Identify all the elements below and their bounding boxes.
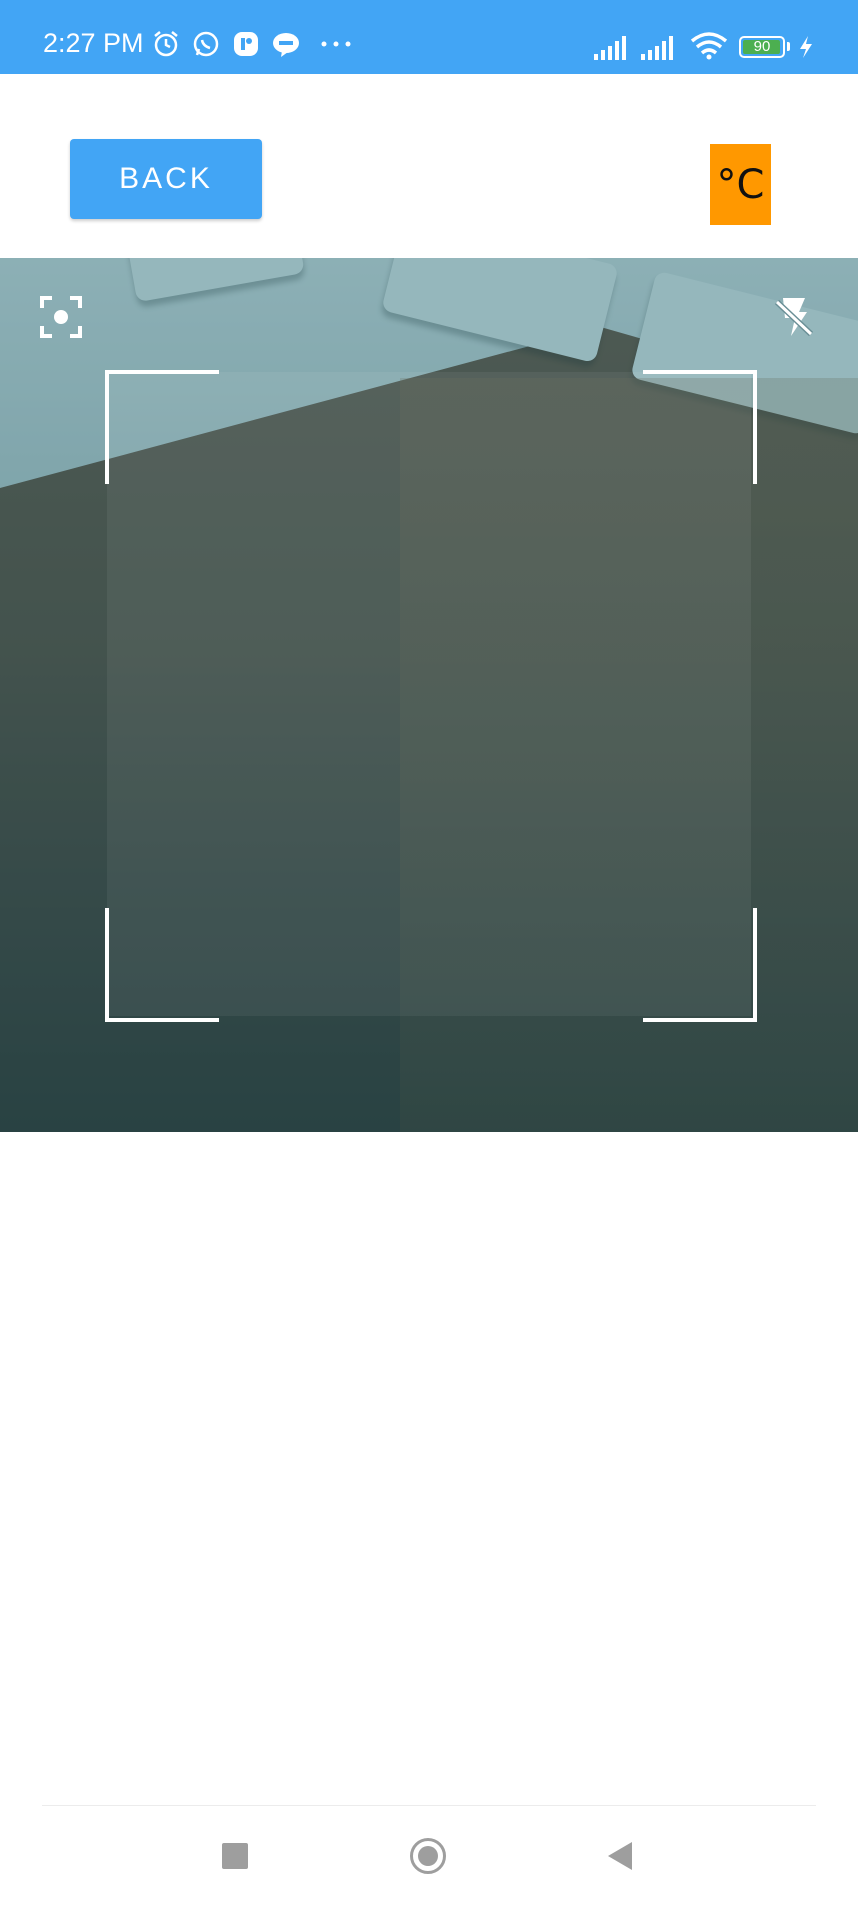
status-bar: 2:27 PM 90 (0, 0, 858, 74)
battery-level-text: 90 (753, 38, 771, 55)
home-icon[interactable] (410, 1838, 446, 1874)
status-time: 2:27 PM (43, 28, 144, 58)
temperature-unit-button[interactable]: °C (710, 144, 771, 225)
camera-preview (0, 258, 858, 1132)
charging-icon (798, 36, 814, 58)
whatsapp-icon (192, 30, 220, 58)
scan-frame-corner-top-right (643, 370, 757, 484)
flash-off-icon[interactable] (771, 294, 817, 340)
scan-frame-corner-top-left (105, 370, 219, 484)
signal-icon (594, 34, 632, 60)
home-icon-inner (418, 1846, 438, 1866)
scan-frame-corner-bottom-left (105, 908, 219, 1022)
scan-frame-corner-bottom-right (643, 908, 757, 1022)
battery-icon: 90 (739, 36, 785, 58)
more-dots-icon (320, 40, 352, 48)
line-icon (272, 30, 300, 58)
app-icon (232, 30, 260, 58)
alarm-icon (152, 30, 180, 58)
recent-apps-icon[interactable] (222, 1843, 248, 1869)
wifi-icon (690, 32, 728, 60)
focus-icon[interactable] (40, 296, 82, 338)
back-icon[interactable] (606, 1840, 634, 1872)
nav-divider (42, 1805, 816, 1806)
back-button[interactable]: BACK (70, 139, 262, 219)
battery-tip (787, 42, 790, 51)
signal-icon (641, 34, 679, 60)
